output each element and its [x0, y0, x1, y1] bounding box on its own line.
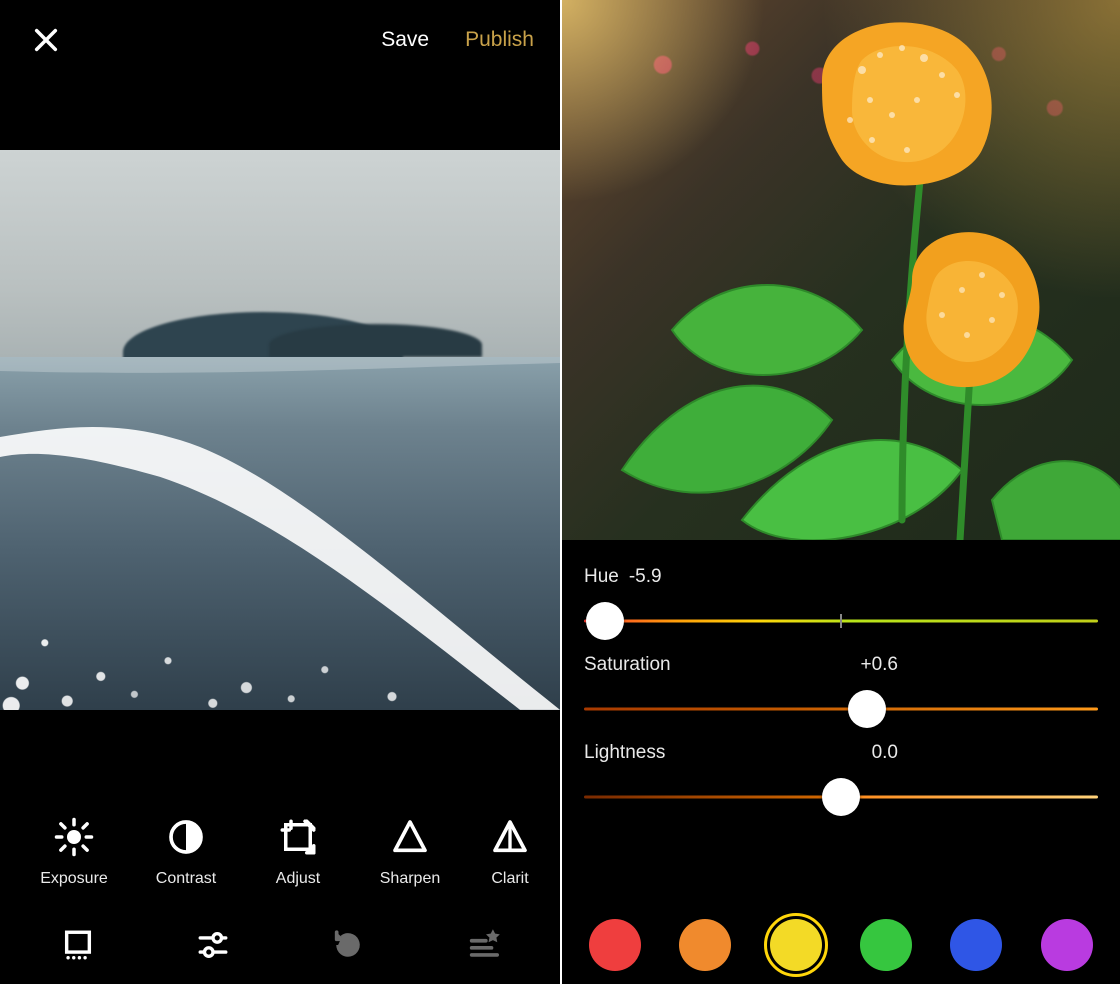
saturation-value: +0.6 [860, 654, 898, 676]
contrast-icon [163, 814, 209, 860]
swatch-green[interactable] [860, 919, 912, 971]
saturation-thumb[interactable] [848, 690, 886, 728]
center-tick [840, 614, 842, 628]
top-bar-actions: Save Publish [381, 28, 534, 52]
lightness-thumb[interactable] [822, 778, 860, 816]
swatch-blue[interactable] [950, 919, 1002, 971]
editor-pane-left: Save Publish Exposure [0, 0, 560, 984]
tool-label: Adjust [276, 870, 320, 888]
lightness-value: 0.0 [872, 742, 898, 764]
nav-revert[interactable] [324, 921, 372, 969]
saturation-control: Saturation +0.6 [584, 654, 1098, 724]
saturation-label: Saturation [584, 654, 671, 676]
sliders-icon [196, 928, 230, 962]
nav-filters[interactable] [54, 921, 102, 969]
swatch-purple[interactable] [1041, 919, 1093, 971]
photo-preview-left[interactable] [0, 150, 560, 710]
editor-pane-right: Hue -5.9 Saturation +0.6 [560, 0, 1120, 984]
hue-slider[interactable] [584, 606, 1098, 636]
swatch-orange[interactable] [679, 919, 731, 971]
bottom-nav [0, 906, 560, 984]
color-swatches [562, 906, 1120, 984]
levels-icon [466, 928, 500, 962]
tool-clarity[interactable]: Clarit [466, 814, 554, 888]
hue-control: Hue -5.9 [584, 566, 1098, 636]
color-controls: Hue -5.9 Saturation +0.6 [562, 560, 1120, 904]
lightness-control: Lightness 0.0 [584, 742, 1098, 812]
tool-adjust[interactable]: Adjust [242, 814, 354, 888]
tool-label: Clarit [491, 870, 528, 888]
sharpen-icon [387, 814, 433, 860]
tool-sharpen[interactable]: Sharpen [354, 814, 466, 888]
revert-icon [331, 928, 365, 962]
publish-button[interactable]: Publish [465, 28, 534, 52]
close-icon [32, 26, 60, 54]
tool-exposure[interactable]: Exposure [18, 814, 130, 888]
exposure-icon [51, 814, 97, 860]
saturation-slider[interactable] [584, 694, 1098, 724]
tool-strip[interactable]: Exposure Contrast Adjust Sharpen [0, 778, 560, 888]
save-button[interactable]: Save [381, 28, 429, 52]
adjust-icon [275, 814, 321, 860]
nav-levels[interactable] [459, 921, 507, 969]
hue-thumb[interactable] [586, 602, 624, 640]
swatch-yellow[interactable] [770, 919, 822, 971]
tool-label: Contrast [156, 870, 216, 888]
tool-label: Exposure [40, 870, 108, 888]
clarity-icon [487, 814, 533, 860]
swatch-red[interactable] [589, 919, 641, 971]
top-bar: Save Publish [0, 0, 560, 80]
filters-icon [61, 928, 95, 962]
hue-value: -5.9 [629, 566, 662, 588]
tool-contrast[interactable]: Contrast [130, 814, 242, 888]
tool-label: Sharpen [380, 870, 441, 888]
lightness-slider[interactable] [584, 782, 1098, 812]
hue-label: Hue [584, 566, 619, 588]
photo-preview-right[interactable] [562, 0, 1120, 540]
close-button[interactable] [26, 20, 66, 60]
nav-sliders[interactable] [189, 921, 237, 969]
lightness-label: Lightness [584, 742, 665, 764]
